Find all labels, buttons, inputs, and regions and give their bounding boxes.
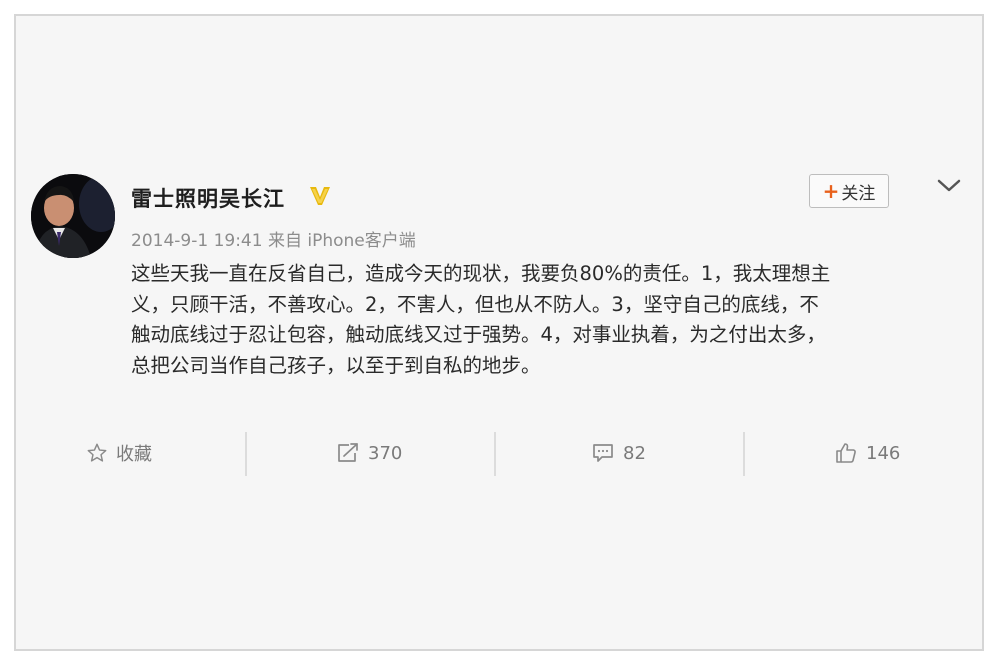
post-content: 这些天我一直在反省自己，造成今天的现状，我要负80%的责任。1，我太理想主 义，… <box>131 259 951 381</box>
divider <box>245 432 247 476</box>
follow-label: 关注 <box>841 183 876 204</box>
author-name[interactable]: 雷士照明吴长江 <box>131 183 285 213</box>
repost-button[interactable]: 370 <box>336 428 402 478</box>
thumbs-up-icon <box>836 443 856 463</box>
divider <box>743 432 745 476</box>
favorite-label: 收藏 <box>116 444 152 465</box>
avatar[interactable] <box>31 174 115 258</box>
weibo-post-card: 雷士照明吴长江 2014-9-1 19:41 来自 iPhone客户端 + 关注… <box>16 16 982 649</box>
content-line: 这些天我一直在反省自己，造成今天的现状，我要负80%的责任。1，我太理想主 <box>131 262 831 285</box>
comment-button[interactable]: 82 <box>591 428 646 478</box>
screenshot-frame: 雷士照明吴长江 2014-9-1 19:41 来自 iPhone客户端 + 关注… <box>14 14 984 651</box>
like-button[interactable]: 146 <box>834 428 900 478</box>
share-arrow-icon <box>338 443 358 462</box>
content-line: 总把公司当作自己孩子，以至于到自私的地步。 <box>131 353 541 377</box>
divider <box>494 432 496 476</box>
chevron-down-icon[interactable] <box>936 176 962 196</box>
comment-count: 82 <box>623 442 646 464</box>
favorite-button[interactable]: 收藏 <box>86 428 152 478</box>
avatar-image <box>31 174 115 258</box>
comment-bubble-icon <box>593 444 613 462</box>
content-line: 义，只顾干活，不善攻心。2，不害人，但也从不防人。3，坚守自己的底线，不 <box>131 292 819 316</box>
verified-v-icon <box>310 187 330 205</box>
post-meta: 2014-9-1 19:41 来自 iPhone客户端 <box>131 231 416 251</box>
content-line: 触动底线过于忍让包容，触动底线又过于强势。4，对事业执着，为之付出太多， <box>131 323 826 346</box>
action-bar: 收藏 370 82 146 <box>16 428 982 478</box>
follow-button[interactable]: + 关注 <box>809 174 889 208</box>
plus-icon: + <box>822 179 840 203</box>
repost-count: 370 <box>368 442 403 464</box>
like-count: 146 <box>866 442 901 464</box>
star-icon <box>87 443 107 462</box>
